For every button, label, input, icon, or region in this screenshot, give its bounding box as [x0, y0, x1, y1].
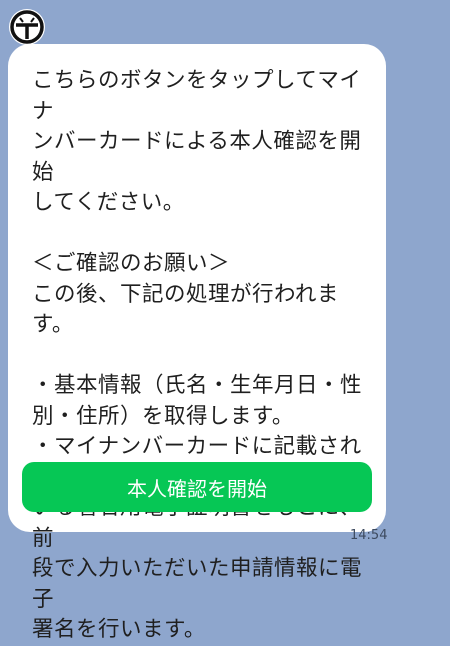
message-bubble: こちらのボタンをタップしてマイナ ンバーカードによる本人確認を開始 してください… [8, 44, 386, 642]
logo-icon [9, 9, 45, 45]
message-timestamp: 14:54 [350, 528, 388, 543]
message-text: こちらのボタンをタップしてマイナ ンバーカードによる本人確認を開始 してください… [32, 68, 363, 642]
avatar[interactable] [8, 8, 46, 46]
start-verification-button[interactable]: 本人確認を開始 [22, 462, 372, 512]
